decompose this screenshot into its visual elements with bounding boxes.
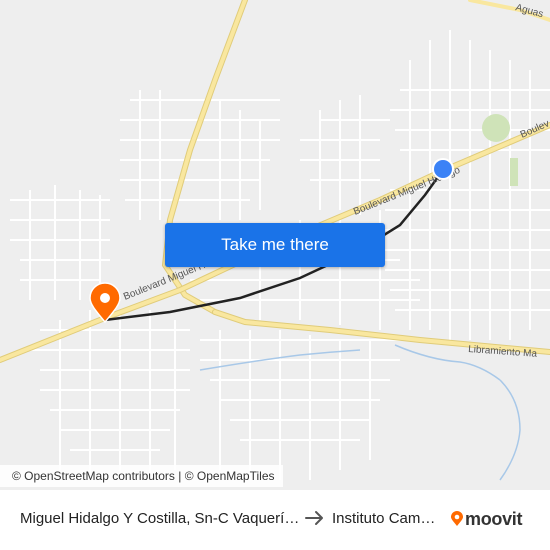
moovit-pin-icon <box>451 511 463 526</box>
park-strip <box>510 158 518 186</box>
moovit-wordmark: moovit <box>465 508 523 529</box>
park-area <box>482 114 510 142</box>
destination-marker[interactable] <box>432 158 454 180</box>
origin-stop-name: Miguel Hidalgo Y Costilla, Sn-C Vaquería… <box>20 510 300 527</box>
map-attribution: © OpenStreetMap contributors | © OpenMap… <box>0 465 283 487</box>
moovit-logo[interactable]: moovit <box>449 508 523 530</box>
osm-attribution-link[interactable]: © OpenStreetMap contributors <box>12 469 175 483</box>
footer-bar: Miguel Hidalgo Y Costilla, Sn-C Vaquería… <box>0 490 550 550</box>
map-canvas[interactable]: Boulevard Miguel Hidalgo Boulevard Migue… <box>0 0 550 490</box>
openmaptiles-attribution-link[interactable]: © OpenMapTiles <box>185 469 275 483</box>
arrow-right-icon <box>305 511 323 525</box>
destination-name: Instituto Cambridge <box>332 510 436 527</box>
take-me-there-button[interactable]: Take me there <box>165 223 385 267</box>
attribution-separator: | <box>178 469 182 483</box>
